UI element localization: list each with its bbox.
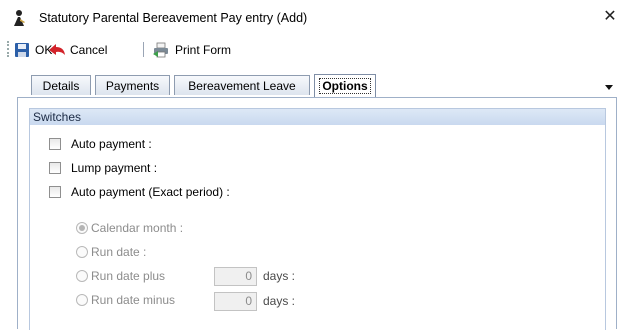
toolbar-grip[interactable] [7,41,11,57]
tab-options[interactable]: Options [314,74,376,97]
back-arrow-icon [48,43,66,57]
run-date-label: Run date : [91,245,147,259]
lump-payment-label: Lump payment : [71,161,158,175]
toolbar: OK Cancel Print Form [0,36,624,64]
switches-group: Switches Auto payment : Lump payment : A… [29,108,606,330]
auto-payment-exact-row[interactable]: Auto payment (Exact period) : [49,184,230,200]
run-date-plus-row[interactable]: Run date plus [76,268,165,284]
ok-button[interactable]: OK [14,40,52,60]
auto-payment-checkbox[interactable] [49,138,61,150]
run-date-radio[interactable] [76,246,88,258]
run-date-minus-days-input[interactable]: 0 [214,292,257,311]
tab-label: Options [319,78,371,94]
tab-details[interactable]: Details [31,75,91,95]
run-date-plus-radio[interactable] [76,270,88,282]
cancel-button[interactable]: Cancel [48,40,107,60]
calendar-month-radio[interactable] [76,222,88,234]
auto-payment-exact-label: Auto payment (Exact period) : [71,185,230,199]
cancel-label: Cancel [70,43,108,57]
calendar-month-label: Calendar month : [91,221,184,235]
tab-label: Payments [105,78,160,93]
chevron-down-icon[interactable] [603,81,615,91]
run-date-minus-unit: days : [263,294,296,308]
print-form-label: Print Form [175,43,232,57]
tab-strip: Details Payments Bereavement Leave Optio… [0,64,624,98]
print-form-button[interactable]: Print Form [152,40,231,60]
calendar-month-row[interactable]: Calendar month : [76,220,183,236]
lump-payment-row[interactable]: Lump payment : [49,160,157,176]
close-button[interactable]: ✕ [600,7,620,27]
run-date-row[interactable]: Run date : [76,244,146,260]
tab-label: Bereavement Leave [188,78,296,93]
auto-payment-row[interactable]: Auto payment : [49,136,152,152]
options-panel: Switches Auto payment : Lump payment : A… [17,97,617,330]
tab-payments[interactable]: Payments [95,75,170,95]
auto-payment-exact-checkbox[interactable] [49,186,61,198]
save-icon [14,42,30,58]
run-date-plus-unit: days : [263,269,296,283]
run-date-minus-label: Run date minus [91,293,176,307]
person-icon [11,9,29,27]
print-form-icon [152,42,170,58]
tab-label: Details [42,78,80,93]
lump-payment-checkbox[interactable] [49,162,61,174]
tab-bereavement-leave[interactable]: Bereavement Leave [174,75,310,95]
window-title: Statutory Parental Bereavement Pay entry… [39,11,308,25]
run-date-minus-radio[interactable] [76,294,88,306]
run-date-plus-days-input[interactable]: 0 [214,267,257,286]
run-date-minus-row[interactable]: Run date minus [76,292,175,308]
switches-header: Switches [30,109,605,125]
toolbar-separator [143,42,144,57]
run-date-plus-label: Run date plus [91,269,166,283]
auto-payment-label: Auto payment : [71,137,152,151]
title-bar: Statutory Parental Bereavement Pay entry… [0,0,624,36]
